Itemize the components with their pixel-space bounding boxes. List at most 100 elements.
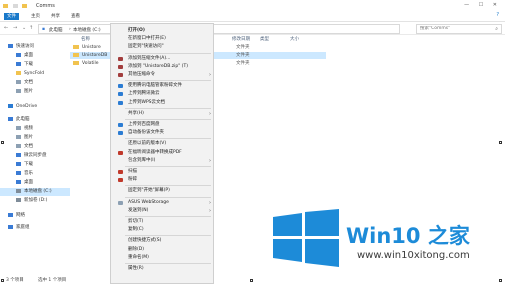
menu-item-label: 复制(C) <box>128 227 144 233</box>
menu-item[interactable]: 还原以前的版本(V) <box>111 140 215 148</box>
logo-pane <box>305 209 339 236</box>
menu-item[interactable]: 删除(D) <box>111 246 215 254</box>
nav-item[interactable]: 下载 <box>0 161 70 169</box>
nav-item[interactable]: 桌面 <box>0 179 70 187</box>
nav-item[interactable]: 桌面 <box>0 52 70 60</box>
folder-icon <box>16 70 21 75</box>
tab-file[interactable]: 文件 <box>4 13 19 20</box>
logo-pane <box>273 239 302 262</box>
nav-item[interactable]: 本地磁盘 (C:) <box>0 188 70 196</box>
nav-item[interactable]: 家庭组 <box>0 224 70 232</box>
menu-item[interactable]: 使用腾讯电脑管家粉碎文件 <box>111 82 215 90</box>
nav-item-label: 本地磁盘 (C:) <box>24 189 52 194</box>
menu-item[interactable]: 重命名(M) <box>111 254 215 262</box>
new-folder-icon[interactable] <box>22 4 28 8</box>
homegroup-icon <box>8 224 13 229</box>
menu-item[interactable]: 固定到"快速访问" <box>111 43 215 51</box>
nav-item[interactable]: 文档 <box>0 143 70 151</box>
menu-item-label: 发送到(N) <box>128 207 149 213</box>
quick-access-icon[interactable] <box>12 4 18 8</box>
search-icon[interactable]: ⌕ <box>495 26 498 32</box>
search-input[interactable] <box>420 26 490 31</box>
crumb-computer[interactable]: 此电脑 <box>49 27 63 33</box>
column-size[interactable]: 大小 <box>290 36 299 42</box>
nav-item[interactable]: 视频 <box>0 125 70 133</box>
menu-item[interactable]: 打开(O) <box>111 27 215 35</box>
menu-item-label: 创建快捷方式(S) <box>128 238 162 244</box>
crumb-separator: › <box>69 27 71 32</box>
menu-item[interactable]: 在新窗口中打开(E) <box>111 35 215 43</box>
nav-item[interactable]: 音乐 <box>0 170 70 178</box>
title-bar <box>0 0 505 11</box>
menu-item-label: 固定到"快速访问" <box>128 44 164 50</box>
back-icon[interactable]: ← <box>4 25 8 31</box>
menu-item[interactable]: 剪切(T) <box>111 218 215 226</box>
archive-icon <box>118 64 123 69</box>
column-name[interactable]: 名称 <box>81 36 90 42</box>
nav-item[interactable]: 网络 <box>0 212 70 220</box>
logo-pane <box>273 213 302 236</box>
menu-item[interactable]: 共享(H) › <box>111 110 215 118</box>
menu-item[interactable]: 添加到 "UnistoreDB.zip" (T) <box>111 63 215 71</box>
chevron-right-icon: › <box>209 110 211 117</box>
nav-item[interactable]: 此电脑 <box>0 116 70 124</box>
menu-item[interactable]: 复制(C) <box>111 226 215 234</box>
file-name: Volatile <box>82 61 99 66</box>
address-bar: ← → ⌄ ↑ ▪ 此电脑 › 本地磁盘 (C:) › Comms ⌕ <box>0 23 505 35</box>
menu-item[interactable]: 属性(R) <box>111 265 215 273</box>
nav-item[interactable]: 图片 <box>0 134 70 142</box>
menu-item[interactable]: 扫描 <box>111 168 215 176</box>
menu-item[interactable]: 添加到压缩文件(A)... <box>111 55 215 63</box>
menu-item-label: 扫描 <box>128 169 137 174</box>
tab-share[interactable]: 共享 <box>48 13 63 20</box>
column-type[interactable]: 类型 <box>260 36 269 42</box>
nav-item-label: 文档 <box>24 144 33 149</box>
nav-item[interactable]: 微云同步盘 <box>0 152 70 160</box>
menu-item[interactable]: 包含到库中(I) › <box>111 157 215 165</box>
nav-item[interactable]: 文档 <box>0 79 70 87</box>
menu-item[interactable]: 自动备份该文件夹 <box>111 129 215 137</box>
nav-item-label: 微云同步盘 <box>24 153 47 158</box>
archive-icon <box>118 56 123 61</box>
menu-item-label: 在福昕阅读器中转换成PDF <box>128 149 182 155</box>
music-icon <box>16 170 21 175</box>
menu-item-label: 共享(H) <box>128 110 144 116</box>
window-controls[interactable]: — ☐ ✕ <box>464 2 501 8</box>
menu-item[interactable]: 创建快捷方式(S) <box>111 237 215 245</box>
menu-item[interactable]: 上传到WPS云文档 <box>111 99 215 107</box>
menu-item[interactable]: 上传到腾讯微云 <box>111 90 215 98</box>
menu-item-label: 删除(D) <box>128 246 144 252</box>
chevron-down-icon[interactable]: ⌄ <box>22 25 26 31</box>
menu-item-label: 固定到"开始"屏幕(P) <box>128 188 170 194</box>
search-field[interactable]: ⌕ <box>416 24 502 34</box>
column-date[interactable]: 修改日期 <box>232 36 250 42</box>
video-icon <box>16 125 21 130</box>
nav-item[interactable]: SyncFold <box>0 70 70 78</box>
nav-item[interactable]: 新加卷 (D:) <box>0 197 70 205</box>
tab-view[interactable]: 查看 <box>68 13 83 20</box>
download-icon <box>16 161 21 166</box>
crumb-drive[interactable]: 本地磁盘 (C:) <box>73 27 101 33</box>
menu-item-label: 添加到 "UnistoreDB.zip" (T) <box>128 63 188 69</box>
forward-icon[interactable]: → <box>13 25 17 31</box>
help-icon[interactable]: ? <box>496 12 499 18</box>
menu-item[interactable]: ASUS WebStorage › <box>111 199 215 207</box>
up-icon[interactable]: ↑ <box>29 25 33 31</box>
nav-item[interactable]: OneDrive <box>0 103 70 111</box>
menu-item[interactable]: 其他压缩命令 › <box>111 71 215 79</box>
menu-item[interactable]: 粉碎 <box>111 176 215 184</box>
menu-item[interactable]: 在福昕阅读器中转换成PDF <box>111 149 215 157</box>
menu-item[interactable]: 固定到"开始"屏幕(P) <box>111 187 215 195</box>
nav-item[interactable]: 快速访问 <box>0 43 70 51</box>
cloud-upload-icon <box>118 92 123 97</box>
menu-item[interactable]: 上传到百度网盘 <box>111 121 215 129</box>
menu-separator <box>125 119 211 120</box>
file-name: Unistore <box>82 45 101 50</box>
tab-home[interactable]: 主页 <box>28 13 43 20</box>
menu-item[interactable]: 发送到(N) › <box>111 207 215 215</box>
nav-item[interactable]: 下载 <box>0 61 70 69</box>
menu-separator <box>125 166 211 167</box>
nav-item[interactable]: 图片 <box>0 88 70 96</box>
breadcrumb[interactable]: ▪ 此电脑 › 本地磁盘 (C:) › Comms <box>38 24 400 34</box>
nav-item-label: OneDrive <box>16 104 38 109</box>
